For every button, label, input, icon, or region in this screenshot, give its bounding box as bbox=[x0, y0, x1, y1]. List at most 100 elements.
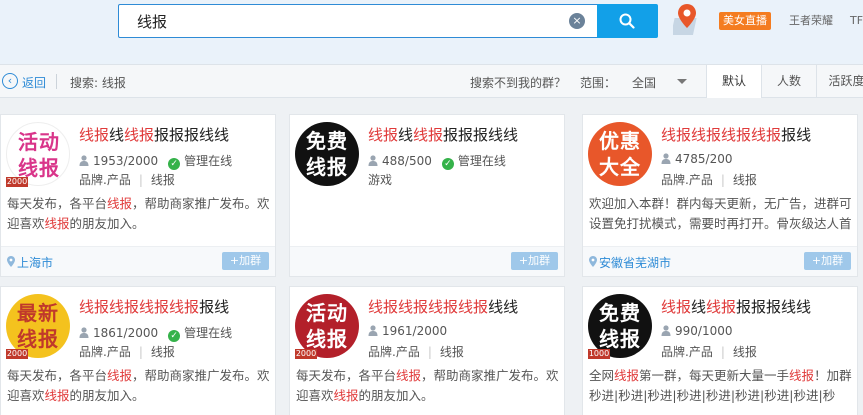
check-icon: ✓ bbox=[168, 330, 181, 342]
group-tag: 线报 bbox=[732, 173, 757, 187]
group-title[interactable]: 线报线线报报报报线线 bbox=[79, 124, 229, 145]
search-icon bbox=[619, 13, 635, 29]
group-title[interactable]: 线报线线报报报报线线 bbox=[661, 296, 811, 317]
group-meta: 990/1000 bbox=[661, 324, 733, 338]
keyword-highlight: 线报 bbox=[706, 298, 737, 316]
keyword-highlight: 线报 bbox=[789, 368, 815, 383]
text-run: 报报报线线 bbox=[154, 126, 230, 144]
group-location[interactable]: 上海市 bbox=[17, 254, 53, 271]
tab-members[interactable]: 人数 bbox=[761, 65, 816, 98]
group-tag: 线报 bbox=[150, 345, 175, 359]
group-meta: 1953/2000 ✓ 管理在线 bbox=[79, 152, 232, 170]
keyword-highlight: 线报 bbox=[333, 388, 359, 403]
group-title[interactable]: 线报线线报报报报线线 bbox=[368, 124, 518, 145]
text-run: 第一群，每天更新大量一手 bbox=[639, 368, 790, 383]
text-run: 线 bbox=[691, 298, 707, 316]
text-run: 的朋友加入。 bbox=[69, 216, 145, 231]
group-description: 每天发布，各平台线报，帮助商家推广发布。欢迎喜欢线报的朋友加入。 bbox=[296, 366, 562, 406]
keyword-highlight: 线报 bbox=[661, 298, 692, 316]
keyword-highlight: 线报 bbox=[107, 368, 133, 383]
member-count: 4785/200 bbox=[675, 152, 733, 166]
text-run: 欢迎加入本群！群内每天更新，无广告，进群可设置免打扰模式，需要时再打开。骨灰级达… bbox=[589, 196, 852, 231]
text-run: 每天发布，各平台 bbox=[7, 368, 108, 383]
admin-status: 管理在线 bbox=[457, 154, 506, 168]
tag-divider: | bbox=[720, 173, 725, 187]
group-avatar[interactable]: 免费 线报 bbox=[295, 122, 359, 186]
tab-default[interactable]: 默认 bbox=[706, 65, 761, 98]
member-count: 1961/2000 bbox=[382, 324, 448, 338]
range-label: 范围： bbox=[580, 76, 617, 90]
keyword-highlight: 线报 bbox=[428, 298, 459, 316]
join-group-button[interactable]: +加群 bbox=[222, 252, 269, 270]
group-tags: 品牌.产品 | 线报 bbox=[79, 343, 175, 360]
divider bbox=[56, 74, 57, 89]
keyword-highlight: 线报 bbox=[139, 298, 170, 316]
tag-divider: | bbox=[427, 345, 432, 359]
search-box[interactable]: × bbox=[118, 4, 598, 38]
keyword-highlight: 线报 bbox=[398, 298, 429, 316]
group-location[interactable]: 安徽省芜湖市 bbox=[599, 254, 671, 271]
group-tags: 品牌.产品 | 线报 bbox=[79, 171, 175, 188]
chevron-down-icon[interactable] bbox=[677, 79, 687, 84]
live-badge[interactable]: 美女直播 bbox=[719, 12, 771, 30]
group-tag: 品牌.产品 bbox=[368, 345, 420, 359]
member-count: 1953/2000 bbox=[93, 154, 159, 168]
group-card[interactable]: 活动 线报 2000 线报线线报报报报线线 1953/2000 ✓ 管理在线 品牌.产品 | 线… bbox=[0, 114, 276, 277]
text-run: 每天发布，各平台 bbox=[296, 368, 397, 383]
group-description: 每天发布，各平台线报，帮助商家推广发布。欢迎喜欢线报的朋友加入。 bbox=[7, 366, 273, 406]
keyword-highlight: 线报 bbox=[614, 368, 640, 383]
keyword-highlight: 线报 bbox=[79, 126, 110, 144]
group-meta: 1961/2000 bbox=[368, 324, 447, 338]
search-input[interactable] bbox=[119, 5, 559, 37]
group-description: 全网线报第一群，每天更新大量一手线报！加群秒进|秒进|秒进|秒进|秒进|秒进|秒… bbox=[589, 366, 855, 406]
group-size-tag: 1000 bbox=[588, 349, 610, 359]
keyword-highlight: 线报 bbox=[458, 298, 489, 316]
search-summary: 搜索: 线报 bbox=[70, 76, 126, 90]
clear-search-icon[interactable]: × bbox=[569, 13, 585, 29]
join-group-button[interactable]: +加群 bbox=[511, 252, 558, 270]
member-count: 488/500 bbox=[382, 154, 432, 168]
map-pin-icon[interactable] bbox=[673, 2, 703, 38]
keyword-highlight: 线报 bbox=[396, 368, 422, 383]
member-count: 990/1000 bbox=[675, 324, 733, 338]
group-card[interactable]: 最新 线报 2000 线报线报线报线报报线 1861/2000 ✓ 管理在线 品牌.产品 | 线… bbox=[0, 286, 276, 415]
text-run: 报线 bbox=[199, 298, 230, 316]
back-link[interactable]: 返回 bbox=[22, 74, 46, 91]
group-title[interactable]: 线报线报线报线报报线 bbox=[661, 124, 811, 145]
group-tag: 品牌.产品 bbox=[661, 345, 713, 359]
group-card[interactable]: 活动 线报 2000 线报线报线报线报线线 1961/2000 品牌.产品 | 线报 每天发布… bbox=[289, 286, 565, 415]
group-tags: 品牌.产品 | 线报 bbox=[661, 343, 757, 360]
location-pin-icon bbox=[7, 256, 15, 267]
members-icon bbox=[79, 155, 89, 166]
top-link-1[interactable]: 王者荣耀 bbox=[789, 12, 833, 30]
group-tag: 线报 bbox=[732, 345, 757, 359]
range-select[interactable]: 全国 bbox=[632, 74, 656, 91]
tab-activity[interactable]: 活跃度 bbox=[816, 65, 863, 98]
members-icon bbox=[368, 155, 378, 166]
group-card[interactable]: 优惠 大全 线报线报线报线报报线 4785/200 品牌.产品 | 线报 欢迎加入本群！群内… bbox=[582, 114, 858, 277]
keyword-highlight: 线报 bbox=[661, 126, 692, 144]
back-arrow-icon[interactable]: ‹ bbox=[2, 73, 18, 89]
search-button[interactable] bbox=[597, 4, 658, 38]
group-meta: 1861/2000 ✓ 管理在线 bbox=[79, 324, 232, 342]
group-card[interactable]: 免费 线报 1000 线报线线报报报报线线 990/1000 品牌.产品 | 线报 全网线报第… bbox=[582, 286, 858, 415]
group-card[interactable]: 免费 线报 线报线线报报报报线线 488/500 ✓ 管理在线 游戏 +加群 bbox=[289, 114, 565, 277]
keyword-highlight: 线报 bbox=[44, 216, 70, 231]
filter-bar: ‹ 返回 搜索: 线报 搜索不到我的群？ 范围： 全国 默认 人数 活跃度 bbox=[0, 64, 863, 98]
top-link-2[interactable]: TF bbox=[850, 12, 863, 30]
join-group-button[interactable]: +加群 bbox=[804, 252, 851, 270]
group-title[interactable]: 线报线报线报线报线线 bbox=[368, 296, 518, 317]
group-avatar[interactable]: 优惠 大全 bbox=[588, 122, 652, 186]
members-icon bbox=[368, 325, 378, 336]
tag-divider: | bbox=[138, 345, 143, 359]
tag-divider: | bbox=[720, 345, 725, 359]
text-run: 报线 bbox=[781, 126, 812, 144]
group-size-tag: 2000 bbox=[6, 177, 28, 187]
keyword-highlight: 线报 bbox=[124, 126, 155, 144]
check-icon: ✓ bbox=[168, 158, 181, 170]
not-found-link[interactable]: 搜索不到我的群？ bbox=[470, 74, 566, 91]
card-footer: 安徽省芜湖市 +加群 bbox=[583, 246, 857, 276]
group-title[interactable]: 线报线报线报线报报线 bbox=[79, 296, 229, 317]
group-tags: 品牌.产品 | 线报 bbox=[661, 171, 757, 188]
text-run: 报报报线线 bbox=[443, 126, 519, 144]
